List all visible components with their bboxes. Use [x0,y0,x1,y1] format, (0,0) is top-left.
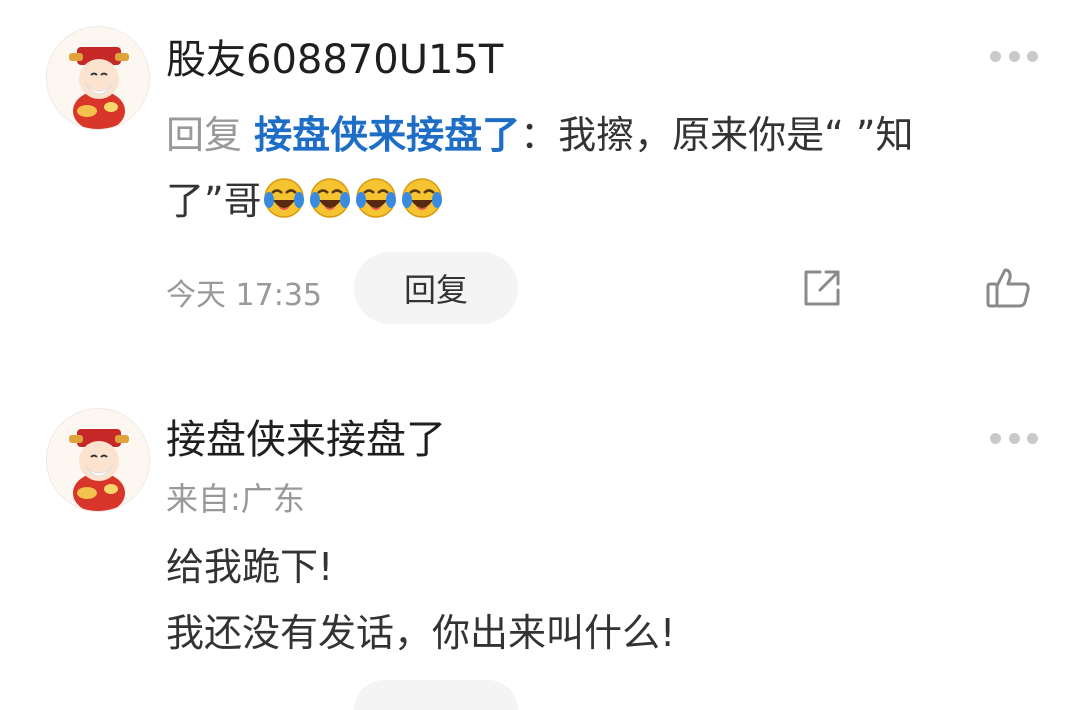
laughing-crying-emoji-icon [400,176,444,220]
laughing-crying-emoji-icon [262,176,306,220]
reply-prefix: 回复 [166,113,255,157]
mention-link[interactable]: 接盘侠来接盘了 [254,113,520,157]
comment-text-line1: 给我跪下! [166,545,334,589]
comment-username[interactable]: 接盘侠来接盘了 [166,416,446,464]
comment-meta: 今天 17:35 回复 [166,252,1036,324]
comment-text-line2: 了”哥 [166,179,262,223]
comment-text: 给我跪下! 我还没有发话，你出来叫什么! [166,534,1036,666]
comment-text-line1: ：我擦，原来你是“ ”知 [520,113,914,157]
comment-text: 回复 接盘侠来接盘了：我擦，原来你是“ ”知 了”哥 [166,102,1036,234]
reply-button[interactable]: 回复 [354,252,518,324]
fortune-god-avatar-icon [47,27,149,129]
comment-time: 今天 17:35 [166,278,322,313]
more-options-icon[interactable] [990,430,1038,446]
share-icon[interactable] [798,264,846,312]
avatar[interactable] [46,408,150,512]
like-thumb-icon[interactable] [984,264,1032,312]
fortune-god-avatar-icon [47,409,149,511]
comment-location: 来自:广东 [166,480,305,518]
emoji-row [262,176,446,223]
laughing-crying-emoji-icon [308,176,352,220]
next-reply-button[interactable] [354,680,518,710]
more-options-icon[interactable] [990,48,1038,64]
laughing-crying-emoji-icon [354,176,398,220]
comment-username[interactable]: 股友608870U15T [166,36,503,84]
avatar[interactable] [46,26,150,130]
comment-text-line2: 我还没有发话，你出来叫什么! [166,611,676,655]
